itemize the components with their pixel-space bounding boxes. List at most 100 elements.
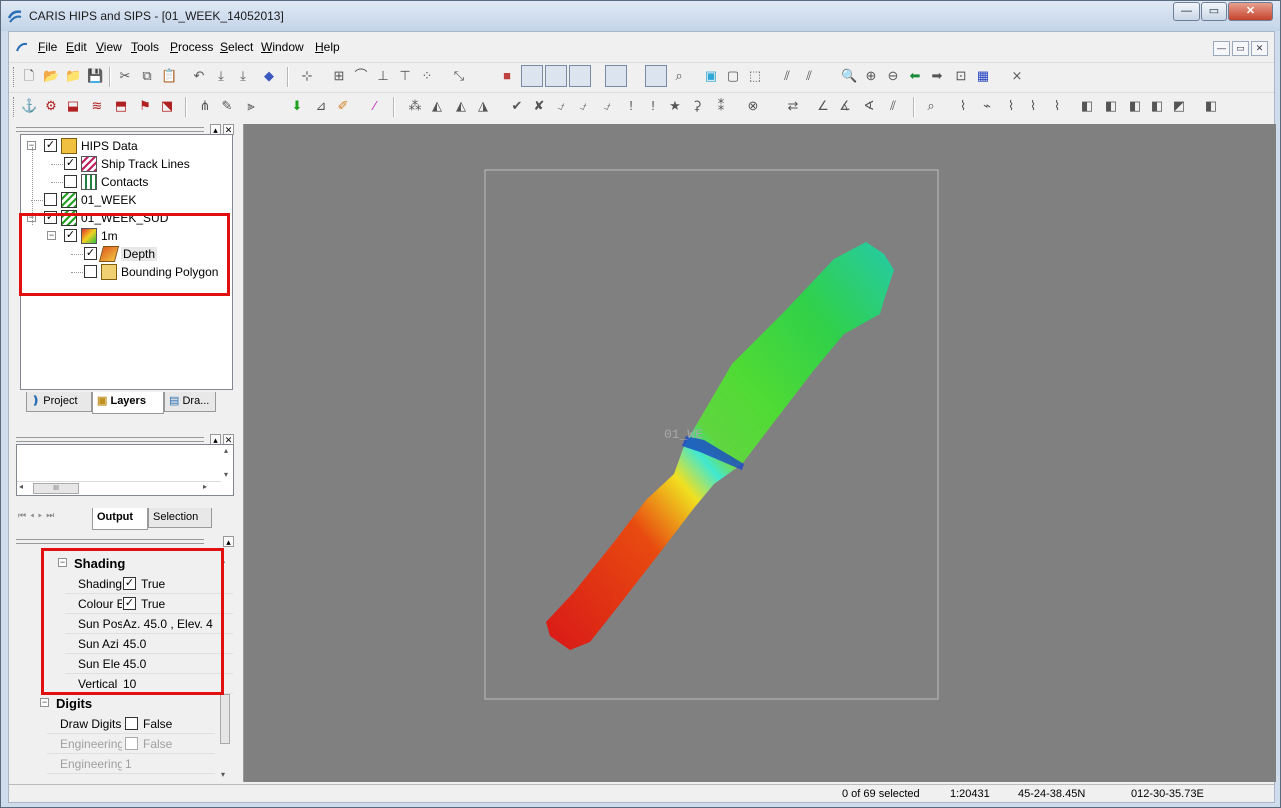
property-row[interactable]: Sun Pos Az. 45.0 , Elev. 4 [65, 614, 233, 634]
layer-tree-row[interactable]: − ✓ 1m [21, 227, 231, 245]
category-expander-icon[interactable]: − [58, 558, 67, 567]
triangle-1-icon[interactable]: ◭ [429, 98, 445, 114]
nodes-icon[interactable]: ⁂ [407, 98, 423, 114]
scroll-thumb[interactable]: III [33, 483, 79, 494]
zoom-in-icon[interactable]: ⊕ [863, 68, 879, 84]
property-row[interactable]: Colour E ✓ True [65, 594, 233, 614]
clear-icon[interactable]: ⨯ [1009, 68, 1025, 84]
property-row[interactable]: Shading ✓ True [65, 574, 233, 594]
paste-icon[interactable]: 📋 [161, 68, 177, 84]
layer-tree-label[interactable]: HIPS Data [81, 139, 138, 153]
copy-icon[interactable]: ⧉ [139, 68, 155, 84]
zoom-extent-icon[interactable]: ⊡ [953, 68, 969, 84]
menu-edit[interactable]: Edit [66, 40, 87, 54]
tpu-icon[interactable]: ⬔ [159, 98, 175, 114]
properties-vscroll[interactable]: ▴ ▾ [218, 556, 232, 782]
panel-grip[interactable] [16, 127, 204, 132]
property-row[interactable]: Engineering 1 [47, 754, 215, 774]
property-value[interactable]: 45.0 [123, 637, 221, 651]
panel-grip[interactable] [16, 437, 204, 442]
inspect-icon[interactable]: ⌕ [923, 98, 939, 114]
angle-1-icon[interactable]: ∠ [815, 98, 831, 114]
surface-3-icon[interactable]: ◧ [1127, 98, 1143, 114]
layer-tree-row[interactable]: 01_WEEK [21, 191, 231, 209]
menu-select[interactable]: Select [220, 40, 253, 54]
clear-flags-icon[interactable]: ⍻ [599, 98, 615, 114]
ruler-icon[interactable]: ⊿ [313, 98, 329, 114]
panel-grip[interactable] [16, 539, 204, 544]
bottom-arrow-icon[interactable]: ⤓ [235, 68, 251, 84]
window-layout-2-button[interactable] [545, 65, 567, 87]
property-checkbox[interactable] [125, 717, 138, 730]
window-layout-1-button[interactable] [521, 65, 543, 87]
eraser-icon[interactable]: ◆ [261, 68, 277, 84]
close-button[interactable]: ✕ [1228, 2, 1273, 21]
swap-icon[interactable]: ⇄ [785, 98, 801, 114]
scroll-thumb[interactable] [220, 694, 230, 744]
menu-view[interactable]: View [96, 40, 122, 54]
scroll-down-icon[interactable]: ▾ [221, 770, 225, 779]
reject-icon[interactable]: ✘ [531, 98, 547, 114]
layer-tree-row[interactable]: ✓ Ship Track Lines [21, 155, 231, 173]
output-vscroll[interactable]: ▴ ▾ [219, 445, 233, 479]
merge-icon[interactable]: ⊤ [397, 68, 413, 84]
layer-tree-label[interactable]: Depth [121, 247, 158, 261]
binoculars-icon[interactable]: ⊗ [745, 98, 761, 114]
grid-tool-icon[interactable]: ⊞ [331, 68, 347, 84]
profile-icon[interactable]: ⌒ [353, 68, 369, 84]
tab-output[interactable]: Output [92, 508, 148, 530]
cube-icon[interactable]: ■ [499, 68, 515, 84]
maximize-button[interactable]: ▭ [1201, 2, 1227, 21]
property-row[interactable]: Draw Digits False [47, 714, 215, 734]
property-row[interactable]: Engineering False [47, 734, 215, 754]
exclaim-2-icon[interactable]: ! [645, 98, 661, 114]
undo-icon[interactable]: ↶ [191, 68, 207, 84]
mdi-close-button[interactable]: ✕ [1251, 41, 1268, 56]
zoom-out-icon[interactable]: ⊖ [885, 68, 901, 84]
hatch2-icon[interactable]: ⫽ [801, 68, 817, 84]
property-value[interactable]: 45.0 [123, 657, 221, 671]
output-hscroll[interactable]: ◂ III ▸ [17, 481, 221, 495]
select-dashed-icon[interactable]: ⬚ [747, 68, 763, 84]
triangle-2-icon[interactable]: ◭ [453, 98, 469, 114]
layer-visibility-checkbox[interactable]: ✓ [44, 139, 57, 152]
layer-visibility-checkbox[interactable] [64, 175, 77, 188]
category-expander-icon[interactable]: − [40, 698, 49, 707]
layer-tree-row[interactable]: Contacts [21, 173, 231, 191]
tide-icon[interactable]: ≋ [89, 98, 105, 114]
surface-6-icon[interactable]: ◧ [1203, 98, 1219, 114]
property-checkbox[interactable]: ✓ [123, 597, 136, 610]
tab-selection[interactable]: Selection [148, 508, 212, 528]
open-folder-icon[interactable]: 📂 [43, 68, 59, 84]
split-icon[interactable]: ⊥ [375, 68, 391, 84]
new-file-icon[interactable]: 🗋 [21, 68, 37, 84]
layer-tree-label[interactable]: Ship Track Lines [101, 157, 190, 171]
property-row[interactable]: Sun Ele 45.0 [65, 654, 233, 674]
save-icon[interactable]: 💾 [87, 68, 103, 84]
lasso-icon[interactable]: ⌕ [671, 68, 687, 84]
curve-2-icon[interactable]: ⌁ [979, 98, 995, 114]
curve-4-icon[interactable]: ⌇ [1025, 98, 1041, 114]
menu-window[interactable]: Window [261, 40, 304, 54]
map-view[interactable]: 01_WE [243, 124, 1276, 782]
filter-icon[interactable]: ⫸ [243, 98, 259, 114]
layer-visibility-checkbox[interactable]: ✓ [84, 247, 97, 260]
mdi-minimize-button[interactable]: — [1213, 41, 1230, 56]
layer-tree-row[interactable]: Bounding Polygon [21, 263, 231, 281]
window-layout-3-button[interactable] [569, 65, 591, 87]
merge-process-icon[interactable]: ⚑ [137, 98, 153, 114]
pen-icon[interactable]: ✎ [219, 98, 235, 114]
layer-visibility-checkbox[interactable]: ✓ [64, 157, 77, 170]
measure-icon[interactable]: ⤡ [451, 68, 467, 84]
menu-tools[interactable]: Tools [131, 40, 159, 54]
select-rect-icon[interactable]: ▢ [725, 68, 741, 84]
scroll-right-icon[interactable]: ▸ [203, 482, 207, 491]
convert-icon[interactable]: ⚙ [43, 98, 59, 114]
curve-5-icon[interactable]: ⌇ [1049, 98, 1065, 114]
document-icon[interactable] [15, 40, 29, 54]
designate-icon[interactable]: ⚳ [689, 98, 705, 114]
select-tool-button[interactable] [645, 65, 667, 87]
property-row[interactable]: Vertical 10 [65, 674, 233, 694]
output-text-area[interactable]: ▴ ▾ ◂ III ▸ [16, 444, 234, 496]
vessel-icon[interactable]: ⚓ [21, 98, 37, 114]
